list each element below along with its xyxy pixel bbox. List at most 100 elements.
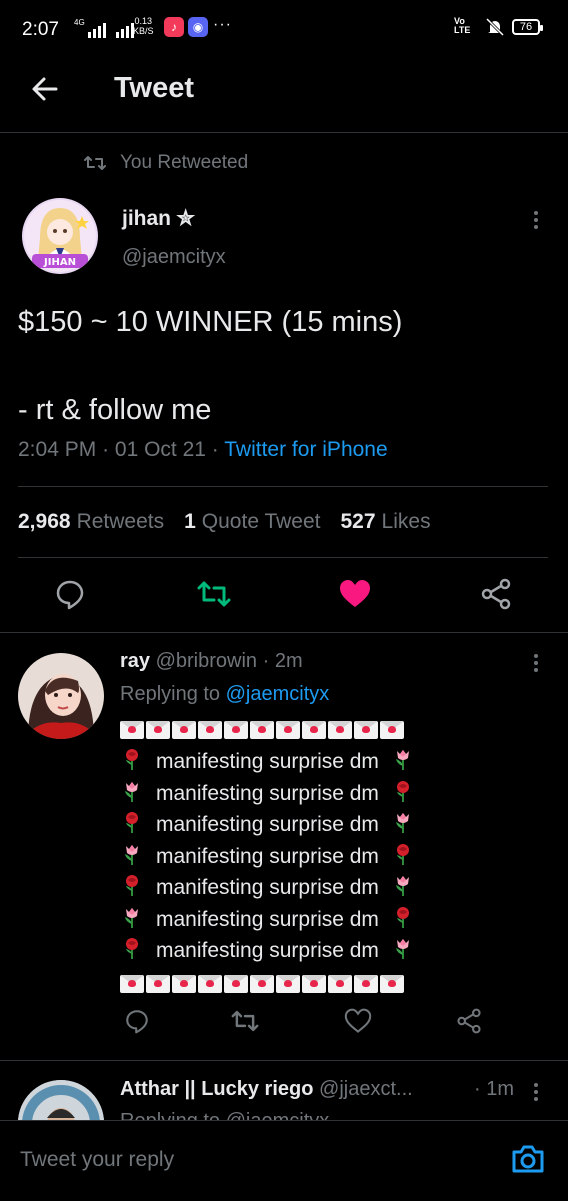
reply-time: 2m [274, 650, 303, 672]
reply-text-line: manifesting surprise dm [120, 747, 415, 777]
love-letter-icon [198, 721, 222, 739]
rose-icon [120, 747, 144, 777]
love-letter-icon [224, 975, 248, 993]
love-letter-icon [198, 975, 222, 993]
love-letter-icon [146, 975, 170, 993]
replying-to-link[interactable]: @jaemcityx [226, 683, 330, 705]
tulip-icon [120, 779, 144, 809]
rose-icon [120, 810, 144, 840]
rose-icon [120, 873, 144, 903]
retweet-icon[interactable] [230, 1008, 259, 1036]
reply-composer [0, 1120, 568, 1201]
love-letter-icon [354, 975, 378, 993]
more-options-icon[interactable] [533, 1080, 539, 1104]
reply-tweet-2[interactable]: Atthar || Lucky riego @jjaexct... · 1m R… [0, 1062, 568, 1122]
love-letter-icon [172, 975, 196, 993]
envelope-row-top [120, 721, 404, 739]
retweet-context: You Retweeted [84, 152, 248, 174]
avatar[interactable] [18, 1080, 104, 1122]
love-letter-icon [250, 975, 274, 993]
reply2-handle: @jjaexct... [319, 1078, 413, 1100]
rose-icon [391, 842, 415, 872]
tweet-actions [0, 556, 568, 633]
network-speed: 0.13 KB/S [133, 16, 154, 36]
retweets-stat[interactable]: 2,968 Retweets [18, 510, 164, 534]
love-letter-icon [276, 975, 300, 993]
tweet-meta: 2:04 PM · 01 Oct 21 · Twitter for iPhone [18, 438, 388, 461]
love-letter-icon [354, 721, 378, 739]
reply-handle: @bribrowin [155, 650, 258, 672]
mute-bell-icon [484, 17, 506, 42]
reply-icon[interactable] [124, 1008, 152, 1036]
camera-icon[interactable] [510, 1143, 548, 1177]
reply-input[interactable] [18, 1147, 462, 1173]
love-letter-icon [224, 721, 248, 739]
author-handle[interactable]: @jaemcityx [122, 246, 226, 269]
love-letter-icon [380, 975, 404, 993]
tweet-date: 01 Oct 21 [114, 438, 206, 461]
rose-icon [391, 905, 415, 935]
love-letter-icon [328, 975, 352, 993]
love-letter-icon [250, 721, 274, 739]
tulip-icon [391, 936, 415, 966]
love-letter-icon [120, 975, 144, 993]
signal-icon: 4G [74, 18, 134, 38]
share-icon[interactable] [480, 578, 514, 612]
tweet-text: $150 ~ 10 WINNER (15 mins) - rt & follow… [18, 306, 403, 426]
reply2-time: · 1m [474, 1078, 514, 1100]
avatar-label: JIHAN [43, 257, 76, 268]
avatar[interactable]: JIHAN [22, 198, 98, 274]
discord-app-icon: ◉ [188, 17, 208, 37]
retweet-icon [84, 156, 106, 170]
retweet-icon[interactable] [196, 578, 231, 612]
page-title: Tweet [114, 72, 195, 104]
share-icon[interactable] [456, 1008, 484, 1036]
like-icon[interactable] [344, 1008, 372, 1036]
reply2-display-name: Atthar || Lucky riego [120, 1078, 314, 1100]
reply-text-line: manifesting surprise dm [120, 905, 415, 935]
love-letter-icon [302, 721, 326, 739]
rose-icon [120, 936, 144, 966]
author-name[interactable]: jihan ✮ [122, 206, 194, 231]
reply-text-line: manifesting surprise dm [120, 873, 415, 903]
tulip-icon [391, 873, 415, 903]
status-bar: 2:07 4G 0.13 KB/S ♪ ◉ ··· Vo LTE 76 [0, 0, 568, 58]
network-type: 4G [74, 18, 85, 27]
tulip-icon [391, 810, 415, 840]
reply-text-line: manifesting surprise dm [120, 842, 415, 872]
love-letter-icon [120, 721, 144, 739]
reply-icon[interactable] [54, 578, 88, 612]
more-notifications-icon: ··· [213, 16, 232, 33]
love-letter-icon [276, 721, 300, 739]
envelope-row-bottom [120, 975, 404, 993]
reply-text-line: manifesting surprise dm [120, 810, 415, 840]
reply-author[interactable]: ray @bribrowin · 2m [120, 650, 303, 673]
love-letter-icon [172, 721, 196, 739]
tulip-icon [120, 905, 144, 935]
battery-icon: 76 [512, 19, 543, 35]
reply2-author[interactable]: Atthar || Lucky riego @jjaexct... [120, 1078, 413, 1101]
avatar[interactable] [18, 653, 104, 739]
likes-stat[interactable]: 527 Likes [341, 510, 431, 534]
divider [0, 1060, 568, 1061]
reply-text-line: manifesting surprise dm [120, 936, 415, 966]
tulip-icon [120, 842, 144, 872]
more-options-icon[interactable] [533, 208, 539, 232]
arrow-left-icon[interactable] [30, 74, 60, 104]
reply-text-line: manifesting surprise dm [120, 779, 415, 809]
like-filled-icon[interactable] [338, 578, 372, 612]
love-letter-icon [328, 721, 352, 739]
love-letter-icon [380, 721, 404, 739]
replying-to: Replying to @jaemcityx [120, 683, 330, 705]
top-app-bar: Tweet [0, 58, 568, 133]
status-time: 2:07 [22, 19, 59, 40]
love-letter-icon [146, 721, 170, 739]
tulip-icon [391, 747, 415, 777]
volte-icon: Vo LTE [454, 16, 471, 35]
retweet-note: You Retweeted [120, 152, 249, 173]
tweet-stats: 2,968 Retweets 1 Quote Tweet 527 Likes [18, 486, 548, 558]
tweet-source-link[interactable]: Twitter for iPhone [224, 438, 387, 461]
more-options-icon[interactable] [533, 651, 539, 675]
quotes-stat[interactable]: 1 Quote Tweet [184, 510, 320, 534]
rose-icon [391, 779, 415, 809]
